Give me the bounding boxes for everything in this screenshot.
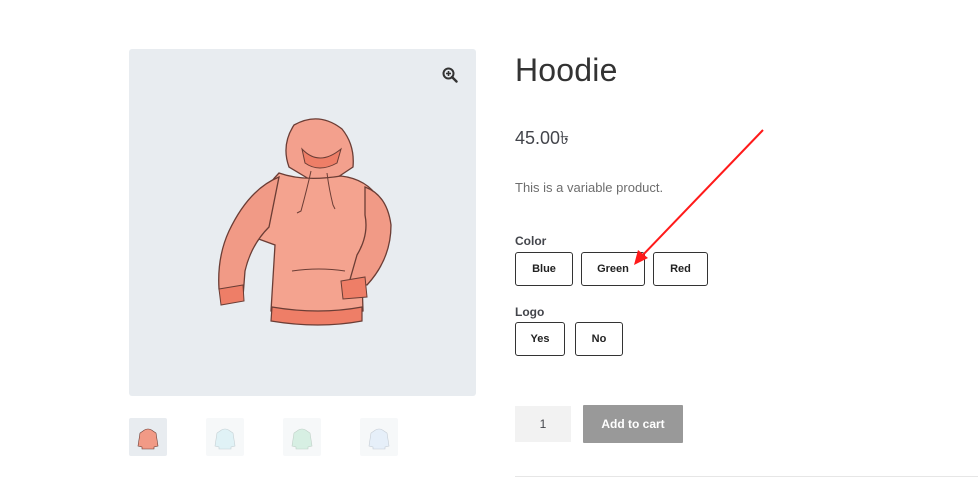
product-title: Hoodie <box>515 52 618 88</box>
thumbnail-lightblue-hoodie[interactable] <box>360 418 398 456</box>
logo-option-yes[interactable]: Yes <box>515 322 565 356</box>
color-option-green[interactable]: Green <box>581 252 645 286</box>
product-main-image[interactable] <box>129 49 476 396</box>
product-gallery <box>129 49 476 396</box>
divider <box>515 476 978 477</box>
quantity-input[interactable]: 1 <box>515 406 571 442</box>
product-price: 45.00৳ <box>515 128 570 148</box>
magnifier-plus-icon[interactable] <box>442 67 458 83</box>
logo-option-no[interactable]: No <box>575 322 623 356</box>
color-option-blue[interactable]: Blue <box>515 252 573 286</box>
thumbnail-pink-hoodie[interactable] <box>129 418 167 456</box>
add-to-cart-button[interactable]: Add to cart <box>583 405 683 443</box>
color-option-red[interactable]: Red <box>653 252 708 286</box>
product-description: This is a variable product. <box>515 180 664 195</box>
logo-attribute-label: Logo <box>515 305 545 319</box>
thumbnail-green-hoodie[interactable] <box>283 418 321 456</box>
thumbnail-blue-hoodie[interactable] <box>206 418 244 456</box>
color-attribute-label: Color <box>515 234 547 248</box>
